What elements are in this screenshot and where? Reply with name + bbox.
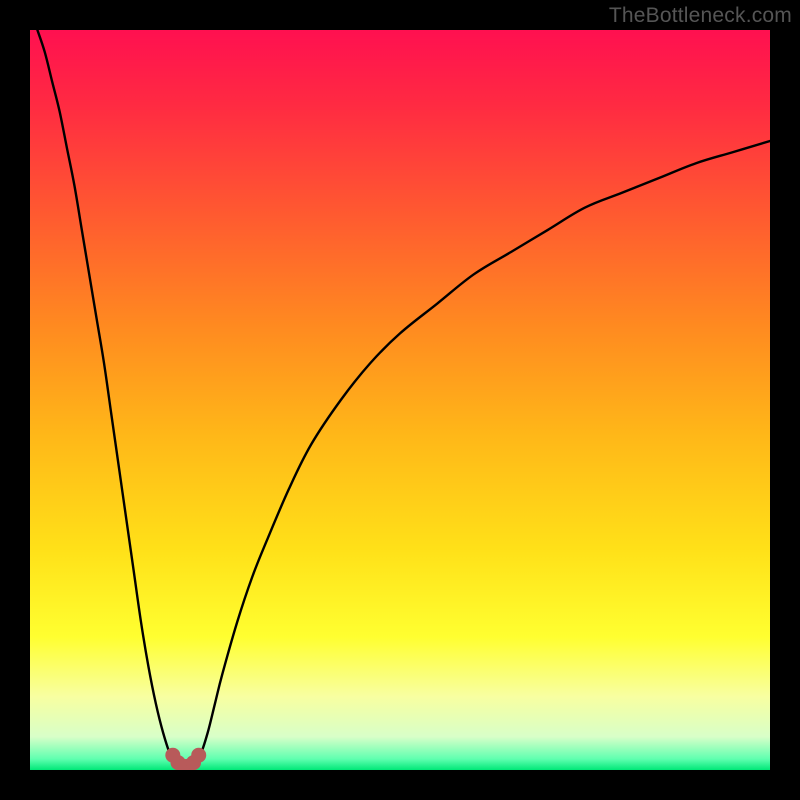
gradient-background <box>30 30 770 770</box>
plot-area <box>30 30 770 770</box>
bottleneck-chart <box>30 30 770 770</box>
watermark-text: TheBottleneck.com <box>609 4 792 28</box>
optimum-marker <box>191 748 206 763</box>
outer-frame: TheBottleneck.com <box>0 0 800 800</box>
